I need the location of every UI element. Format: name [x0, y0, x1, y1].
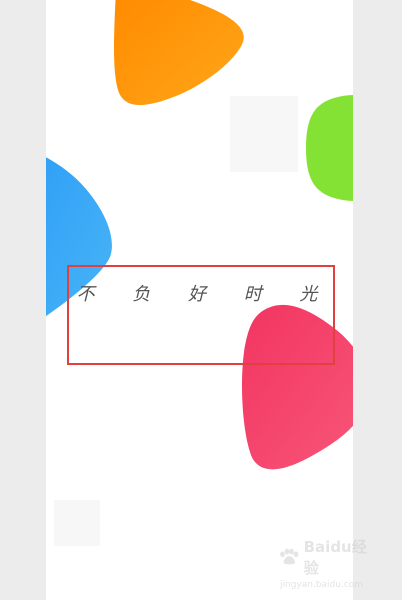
paw-logo-icon — [280, 548, 299, 565]
faint-overlay-bottom — [54, 500, 100, 546]
watermark-brand: Baidu经验 — [278, 536, 374, 578]
annotation-highlight-box — [67, 265, 335, 365]
watermark-brand-label: Baidu经验 — [303, 538, 367, 577]
green-play-shape — [304, 92, 353, 204]
watermark: Baidu经验 jingyan.baidu.com — [278, 536, 374, 590]
orange-play-shape — [106, 0, 246, 110]
screenshot-frame: 不 负 好 时 光 Baidu经验 jingyan.baidu.com — [0, 0, 402, 600]
watermark-url: jingyan.baidu.com — [280, 580, 364, 590]
